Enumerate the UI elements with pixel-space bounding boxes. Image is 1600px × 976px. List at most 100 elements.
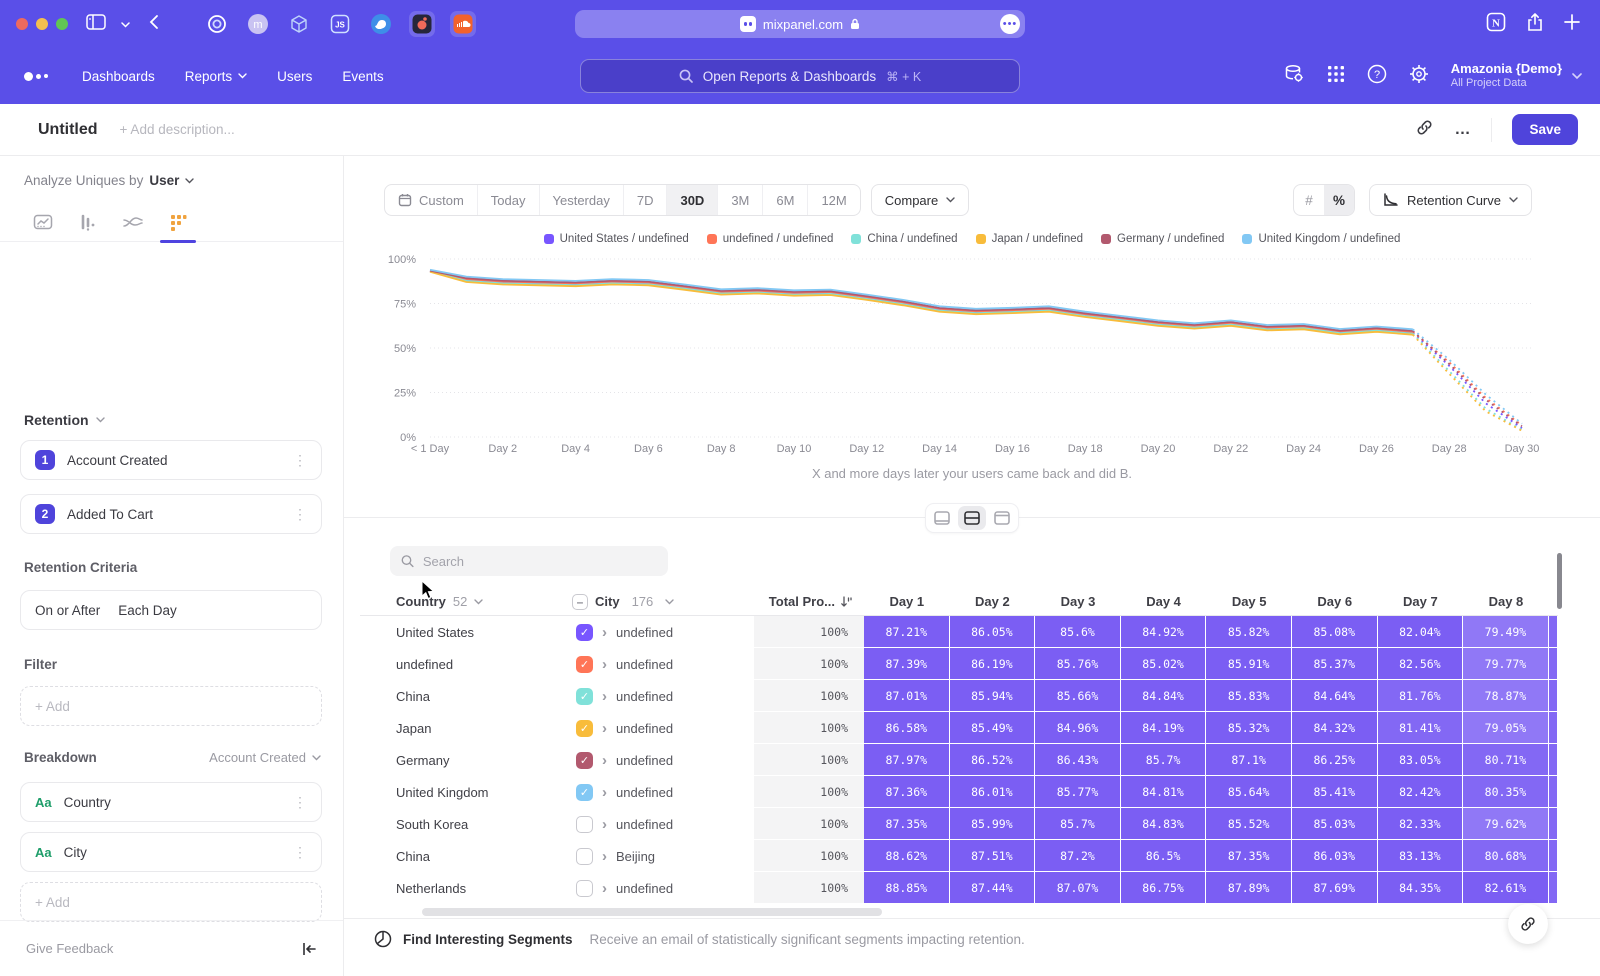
retention-cell[interactable]: 78.87% bbox=[1463, 680, 1549, 712]
table-search[interactable] bbox=[390, 546, 668, 576]
retention-cell[interactable]: 85.49% bbox=[950, 712, 1036, 744]
range-6m[interactable]: 6M bbox=[763, 185, 808, 215]
notion-icon[interactable]: N bbox=[1486, 12, 1506, 37]
collapse-sidebar-icon[interactable] bbox=[301, 942, 317, 956]
expand-row-icon[interactable]: › bbox=[602, 848, 607, 865]
legend-item[interactable]: Japan / undefined bbox=[976, 233, 1083, 245]
legend-item[interactable]: United Kingdom / undefined bbox=[1242, 233, 1400, 245]
retention-cell[interactable]: 85.03% bbox=[1292, 808, 1378, 840]
close-window-icon[interactable] bbox=[16, 18, 28, 30]
table-search-input[interactable] bbox=[423, 554, 657, 569]
format-percent[interactable]: % bbox=[1324, 185, 1354, 215]
retention-cell[interactable]: 81.76% bbox=[1378, 680, 1464, 712]
retention-cell[interactable]: 87.51% bbox=[950, 840, 1036, 872]
retention-cell[interactable]: 86.75% bbox=[1121, 872, 1207, 904]
legend-item[interactable]: United States / undefined bbox=[544, 233, 689, 245]
kebab-menu-icon[interactable]: ⋮ bbox=[293, 794, 307, 811]
help-icon[interactable]: ? bbox=[1367, 64, 1387, 89]
tab-funnels[interactable] bbox=[77, 212, 99, 234]
column-header-day-2[interactable]: Day 2 bbox=[950, 594, 1036, 609]
column-header-city[interactable]: –City176 bbox=[556, 594, 754, 610]
nav-item-events[interactable]: Events bbox=[342, 69, 383, 84]
retention-cell[interactable]: 87.21% bbox=[864, 616, 950, 648]
range-12m[interactable]: 12M bbox=[808, 185, 859, 215]
legend-item[interactable]: Germany / undefined bbox=[1101, 233, 1224, 245]
extension-bird-icon[interactable] bbox=[368, 11, 394, 37]
extension-soundcloud-icon[interactable] bbox=[450, 11, 476, 37]
column-header-day-8[interactable]: Day 8 bbox=[1463, 594, 1549, 609]
legend-item[interactable]: China / undefined bbox=[851, 233, 957, 245]
retention-cell[interactable]: 85.7% bbox=[1121, 744, 1207, 776]
range-today[interactable]: Today bbox=[478, 185, 540, 215]
retention-cell[interactable]: 87.1% bbox=[1206, 744, 1292, 776]
sidebar-toggle-icon[interactable] bbox=[86, 14, 106, 35]
retention-cell[interactable]: 85.02% bbox=[1121, 648, 1207, 680]
retention-cell[interactable]: 82.56% bbox=[1378, 648, 1464, 680]
global-search-button[interactable]: Open Reports & Dashboards ⌘ + K bbox=[580, 59, 1020, 93]
retention-cell[interactable]: 85.83% bbox=[1206, 680, 1292, 712]
compare-button[interactable]: Compare bbox=[871, 184, 969, 216]
series-checkbox[interactable] bbox=[576, 848, 593, 865]
retention-cell[interactable]: 85.37% bbox=[1292, 648, 1378, 680]
retention-cell[interactable]: 85.82% bbox=[1206, 616, 1292, 648]
retention-cell[interactable]: 85.6% bbox=[1035, 616, 1121, 648]
extension-cube-icon[interactable] bbox=[286, 11, 312, 37]
criteria-each-day[interactable]: Each Day bbox=[118, 603, 177, 618]
extension-target-icon[interactable] bbox=[204, 11, 230, 37]
retention-cell[interactable]: 85.66% bbox=[1035, 680, 1121, 712]
nav-item-dashboards[interactable]: Dashboards bbox=[82, 69, 155, 84]
retention-cell[interactable]: 87.89% bbox=[1206, 872, 1292, 904]
back-icon[interactable] bbox=[149, 14, 159, 35]
retention-cell[interactable]: 85.32% bbox=[1206, 712, 1292, 744]
filter-add-button[interactable]: + Add bbox=[20, 686, 322, 726]
share-link-floating-button[interactable] bbox=[1508, 904, 1548, 944]
retention-cell[interactable]: 80.35% bbox=[1463, 776, 1549, 808]
retention-cell[interactable]: 80.68% bbox=[1463, 840, 1549, 872]
legend-item[interactable]: undefined / undefined bbox=[707, 233, 834, 245]
format-absolute[interactable]: # bbox=[1294, 185, 1324, 215]
retention-cell[interactable]: 87.44% bbox=[950, 872, 1036, 904]
retention-cell[interactable]: 79.05% bbox=[1463, 712, 1549, 744]
retention-cell[interactable]: 87.36% bbox=[864, 776, 950, 808]
breakdown-event-selector[interactable]: Account Created bbox=[209, 750, 321, 765]
expand-row-icon[interactable]: › bbox=[602, 656, 607, 673]
tab-flows[interactable] bbox=[122, 212, 144, 234]
retention-cell[interactable]: 86.58% bbox=[864, 712, 950, 744]
column-header-total[interactable]: Total Pro... bbox=[754, 594, 864, 609]
retention-cell[interactable]: 85.41% bbox=[1292, 776, 1378, 808]
kebab-menu-icon[interactable]: ⋮ bbox=[293, 506, 307, 523]
retention-cell[interactable]: 81.41% bbox=[1378, 712, 1464, 744]
series-checkbox[interactable]: ✓ bbox=[576, 752, 593, 769]
mixpanel-logo[interactable] bbox=[24, 72, 48, 81]
column-header-day-1[interactable]: Day 1 bbox=[864, 594, 950, 609]
breakdown-item-city[interactable]: AaCity⋮ bbox=[20, 832, 322, 872]
apps-grid-icon[interactable] bbox=[1327, 65, 1345, 88]
report-description-placeholder[interactable]: + Add description... bbox=[120, 122, 235, 137]
step-event-name[interactable]: Added To Cart bbox=[67, 507, 153, 522]
retention-cell[interactable]: 82.61% bbox=[1463, 872, 1549, 904]
retention-cell[interactable]: 85.91% bbox=[1206, 648, 1292, 680]
retention-cell[interactable]: 79.49% bbox=[1463, 616, 1549, 648]
range-30d[interactable]: 30D bbox=[667, 185, 718, 215]
url-bar[interactable]: mixpanel.com ••• bbox=[575, 10, 1025, 38]
column-header-country[interactable]: Country52 bbox=[360, 594, 556, 609]
retention-cell[interactable]: 84.35% bbox=[1378, 872, 1464, 904]
tab-insights[interactable] bbox=[32, 212, 54, 234]
vertical-scrollbar[interactable] bbox=[1557, 553, 1562, 609]
series-checkbox[interactable] bbox=[576, 816, 593, 833]
step-event-name[interactable]: Account Created bbox=[67, 453, 168, 468]
breakdown-property-name[interactable]: City bbox=[64, 845, 87, 860]
view-split[interactable] bbox=[958, 506, 986, 530]
retention-cell[interactable]: 82.33% bbox=[1378, 808, 1464, 840]
horizontal-scrollbar[interactable] bbox=[422, 908, 882, 916]
column-header-day-6[interactable]: Day 6 bbox=[1292, 594, 1378, 609]
retention-cell[interactable]: 86.05% bbox=[950, 616, 1036, 648]
give-feedback-link[interactable]: Give Feedback bbox=[26, 941, 113, 956]
retention-cell[interactable]: 85.08% bbox=[1292, 616, 1378, 648]
range-3m[interactable]: 3M bbox=[718, 185, 763, 215]
expand-row-icon[interactable]: › bbox=[602, 784, 607, 801]
traffic-lights[interactable] bbox=[16, 18, 68, 30]
retention-cell[interactable]: 87.39% bbox=[864, 648, 950, 680]
report-title[interactable]: Untitled bbox=[38, 121, 98, 139]
retention-cell[interactable]: 86.43% bbox=[1035, 744, 1121, 776]
